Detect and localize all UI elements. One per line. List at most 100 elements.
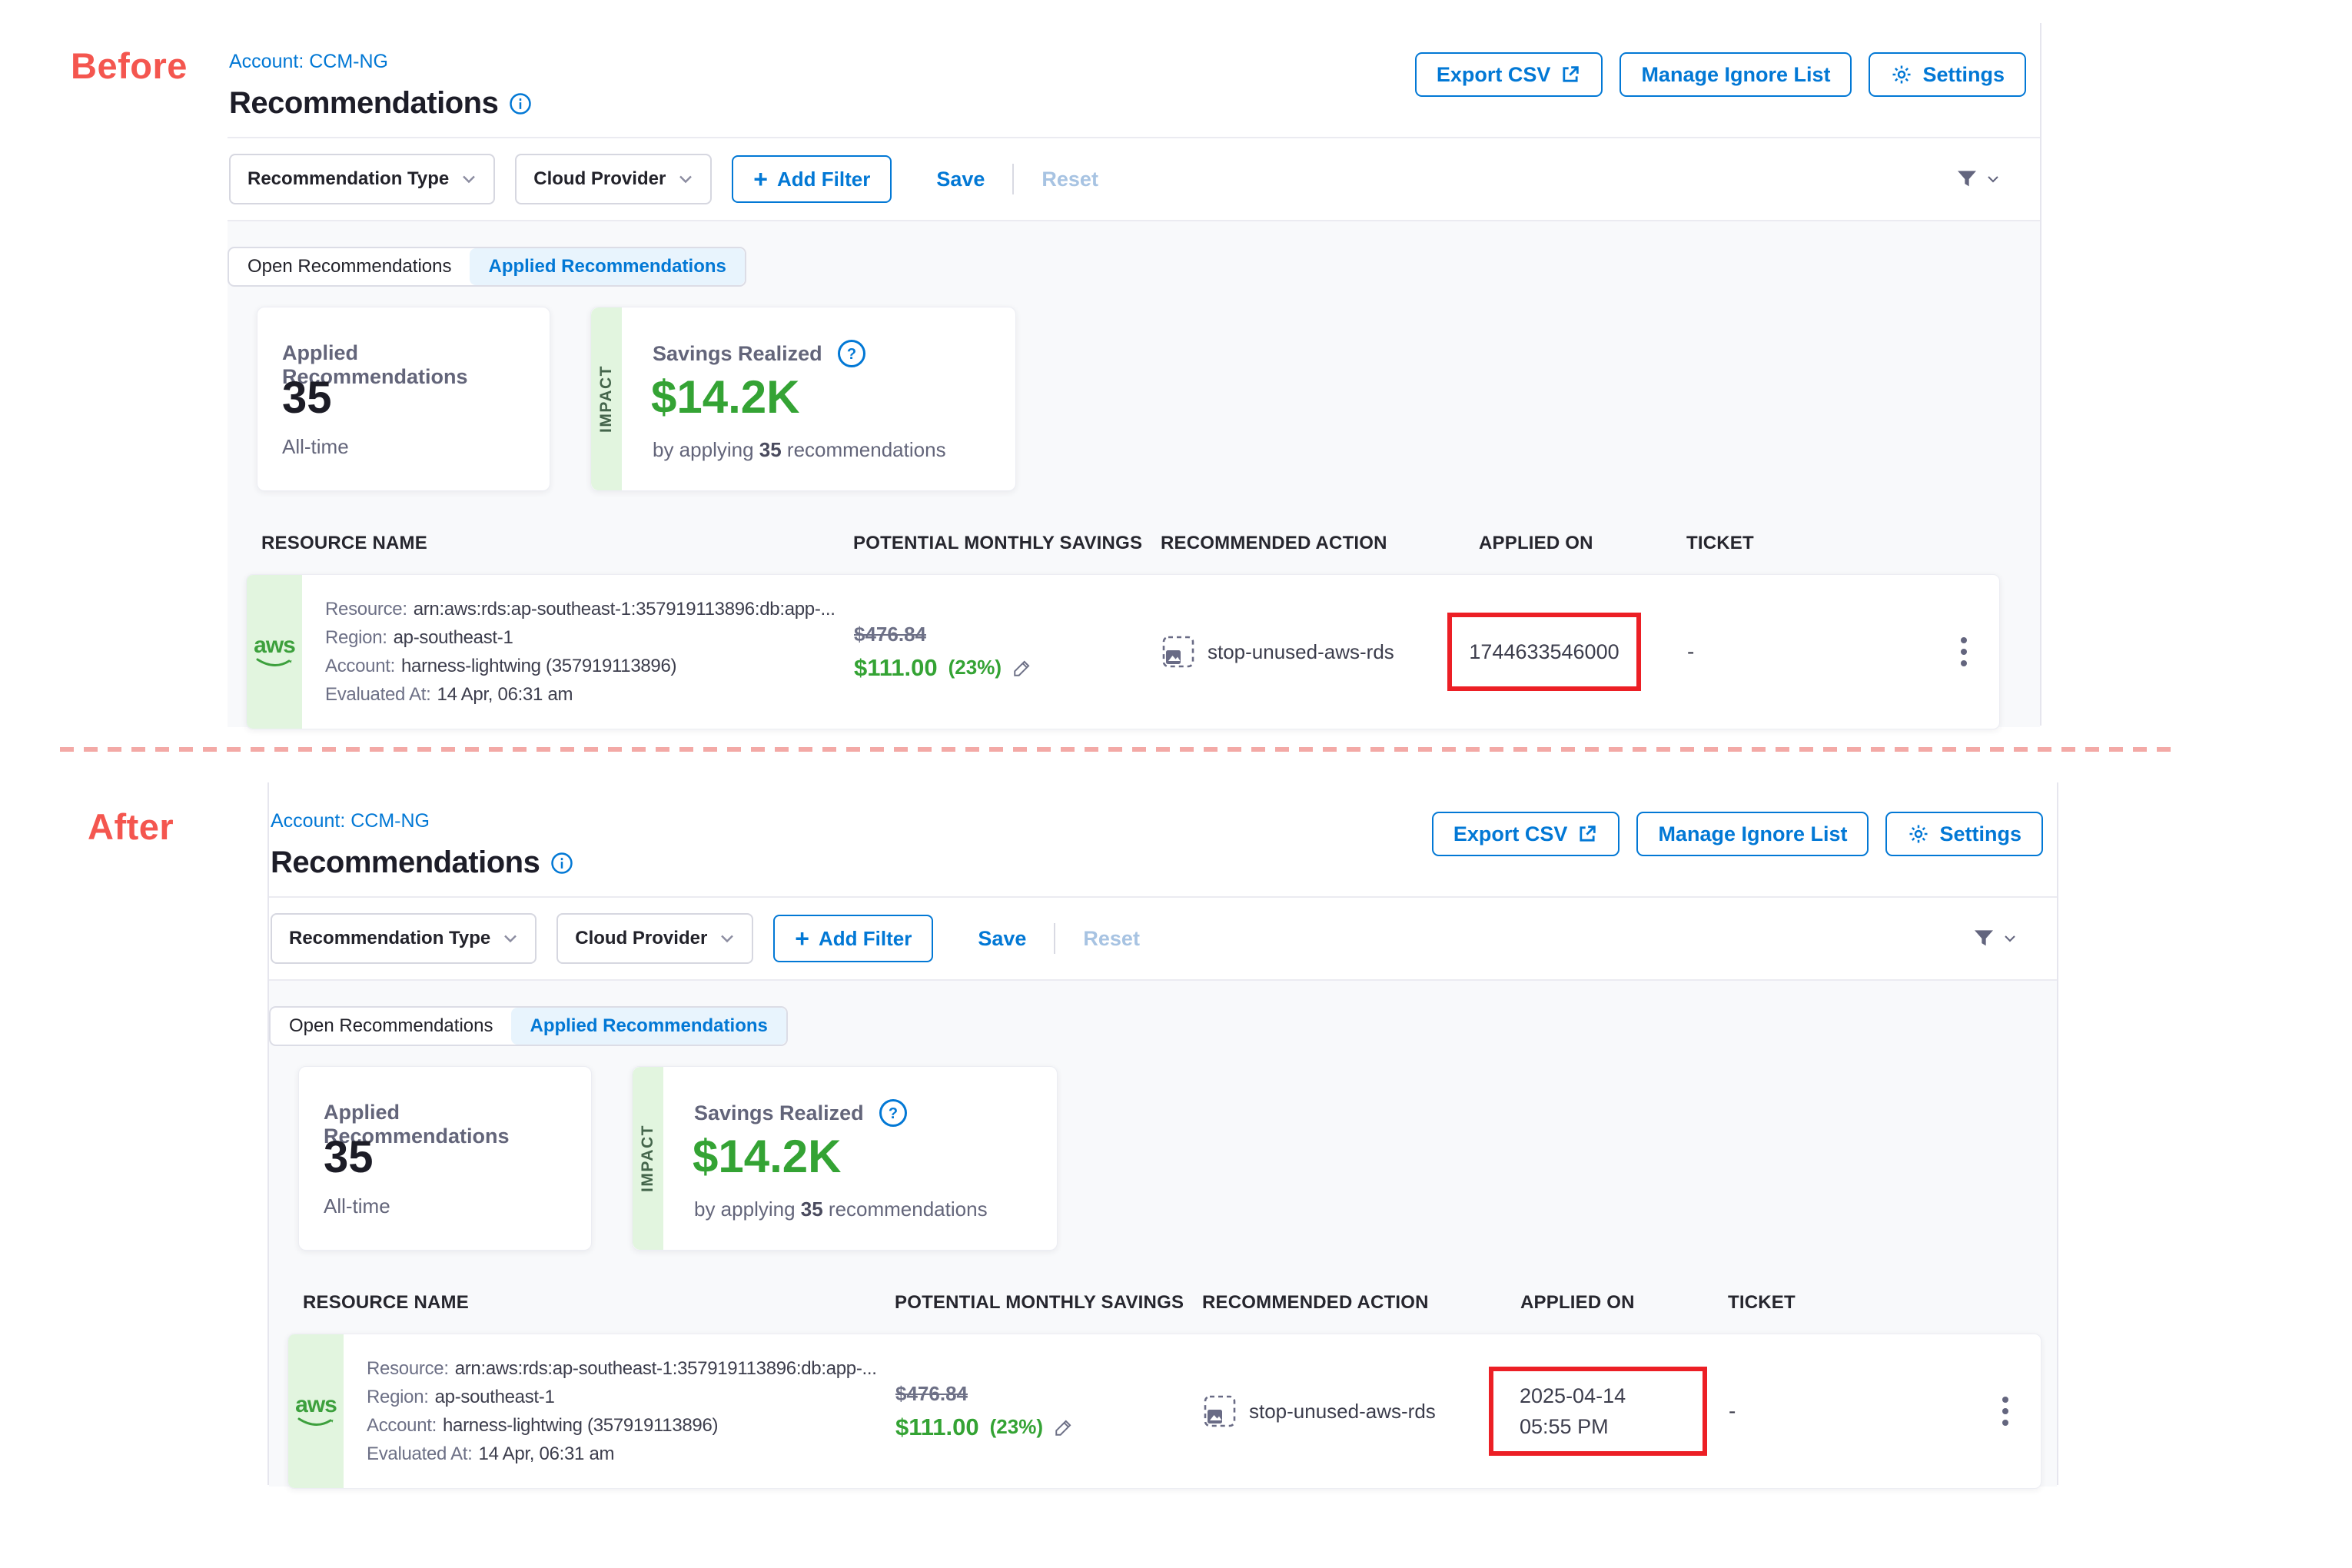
page-header: Account: CCM-NG Recommendations Export C… [269, 782, 2057, 898]
export-csv-button[interactable]: Export CSV [1432, 812, 1620, 856]
savings-value: $111.00 [854, 654, 938, 682]
savings-card-label: Savings Realized [694, 1101, 864, 1125]
page-header: Account: CCM-NG Recommendations Export C… [228, 23, 2040, 138]
recommended-action-cell: stop-unused-aws-rds [1203, 1334, 1489, 1488]
applied-recommendations-card: Applied Recommendations 35 All-time [298, 1066, 592, 1251]
header-resource-name: RESOURCE NAME [246, 533, 853, 554]
reset-filter-link[interactable]: Reset [1041, 168, 1098, 191]
tab-open-recommendations[interactable]: Open Recommendations [271, 1008, 511, 1045]
before-screenshot: Account: CCM-NG Recommendations Export C… [228, 23, 2041, 726]
savings-realized-card: IMPACT Savings Realized ? $14.2K by appl… [590, 307, 1016, 491]
external-link-icon [1560, 64, 1581, 85]
filter-funnel-icon [1971, 926, 1997, 951]
save-filter-link[interactable]: Save [936, 168, 985, 191]
chevron-down-icon [461, 174, 477, 184]
info-icon[interactable] [509, 92, 532, 115]
manage-ignore-list-button[interactable]: Manage Ignore List [1636, 812, 1869, 856]
cloud-provider-dropdown[interactable]: Cloud Provider [515, 154, 712, 204]
header-ticket: TICKET [1728, 1292, 1989, 1314]
tab-open-recommendations[interactable]: Open Recommendations [229, 248, 470, 285]
header-potential-savings: POTENTIAL MONTHLY SAVINGS [853, 533, 1161, 554]
account-breadcrumb[interactable]: Account: CCM-NG [229, 51, 388, 73]
pencil-icon[interactable] [1054, 1417, 1074, 1437]
header-applied-on: APPLIED ON [1488, 1292, 1728, 1314]
manage-ignore-label: Manage Ignore List [1641, 63, 1830, 87]
row-kebab-menu-icon[interactable] [1995, 1389, 2016, 1433]
question-icon[interactable]: ? [836, 338, 867, 369]
impact-label: IMPACT [597, 365, 616, 433]
aws-logo-icon: aws [295, 1394, 337, 1417]
cloud-provider-badge: aws [247, 575, 302, 729]
savings-value: $111.00 [895, 1414, 979, 1441]
header-recommended-action: RECOMMENDED ACTION [1161, 533, 1447, 554]
chevron-down-icon [503, 933, 518, 944]
cloud-provider-label: Cloud Provider [575, 928, 707, 949]
impact-strip: IMPACT [591, 307, 622, 490]
ticket-value: - [1729, 1399, 1736, 1423]
header-recommended-action: RECOMMENDED ACTION [1202, 1292, 1488, 1314]
pencil-icon[interactable] [1012, 658, 1032, 678]
impact-label: IMPACT [639, 1125, 657, 1192]
applied-count: 35 [324, 1131, 374, 1183]
applied-recommendations-card: Applied Recommendations 35 All-time [257, 307, 550, 491]
resource-details: Resource:arn:aws:rds:ap-southeast-1:3579… [325, 575, 835, 729]
row-kebab-menu-icon[interactable] [1953, 630, 1975, 674]
before-after-divider [60, 747, 2177, 752]
recommendation-type-dropdown[interactable]: Recommendation Type [229, 154, 495, 204]
aws-smile-icon [254, 657, 294, 669]
applied-on-time: 05:55 PM [1520, 1413, 1703, 1440]
manage-ignore-list-button[interactable]: Manage Ignore List [1619, 52, 1852, 97]
plus-icon: + [753, 167, 768, 191]
info-icon[interactable] [550, 852, 573, 875]
cloud-provider-dropdown[interactable]: Cloud Provider [556, 913, 753, 964]
savings-amount: $14.2K [651, 370, 799, 424]
table-header: RESOURCE NAME POTENTIAL MONTHLY SAVINGS … [246, 533, 1998, 554]
recommendation-action-icon [1203, 1394, 1237, 1428]
reset-filter-link[interactable]: Reset [1083, 927, 1140, 951]
svg-text:?: ? [888, 1105, 897, 1122]
recommended-action-label: stop-unused-aws-rds [1208, 640, 1394, 664]
settings-button[interactable]: Settings [1869, 52, 2026, 97]
plus-icon: + [795, 926, 809, 951]
applied-on-date: 2025-04-14 [1520, 1382, 1703, 1410]
tab-applied-recommendations[interactable]: Applied Recommendations [470, 248, 744, 285]
header-potential-savings: POTENTIAL MONTHLY SAVINGS [895, 1292, 1202, 1314]
recommendations-content: Open Recommendations Applied Recommendat… [269, 981, 2057, 1487]
recommendation-type-label: Recommendation Type [247, 168, 449, 190]
applied-on-highlight-box: 1744633546000 2025-04-14 05:55 PM [1489, 1367, 1707, 1456]
recommendation-row[interactable]: aws Resource:arn:aws:rds:ap-southeast-1:… [287, 1334, 2041, 1489]
ticket-value: - [1687, 639, 1694, 664]
tab-applied-recommendations[interactable]: Applied Recommendations [511, 1008, 786, 1045]
account-breadcrumb[interactable]: Account: CCM-NG [271, 810, 430, 832]
after-label: After [88, 806, 174, 848]
recommendations-content: Open Recommendations Applied Recommendat… [228, 221, 2040, 727]
recommendations-tabs: Open Recommendations Applied Recommendat… [228, 247, 746, 287]
applied-on-cell: 1744633546000 2025-04-14 05:55 PM [1447, 575, 1687, 729]
recommendation-row[interactable]: aws Resource:arn:aws:rds:ap-southeast-1:… [246, 574, 2000, 729]
original-cost: $476.84 [895, 1382, 968, 1406]
svg-text:?: ? [846, 346, 855, 363]
savings-percent: (23%) [990, 1415, 1043, 1439]
page-title: Recommendations [271, 845, 540, 880]
divider [1054, 923, 1055, 954]
filter-funnel-button[interactable] [1971, 926, 2017, 951]
recommendations-tabs: Open Recommendations Applied Recommendat… [269, 1006, 788, 1046]
settings-button[interactable]: Settings [1885, 812, 2043, 856]
recommendation-type-dropdown[interactable]: Recommendation Type [271, 913, 537, 964]
add-filter-button[interactable]: + Add Filter [773, 915, 933, 962]
export-csv-button[interactable]: Export CSV [1415, 52, 1603, 97]
save-filter-link[interactable]: Save [978, 927, 1026, 951]
settings-label: Settings [1939, 822, 2021, 846]
aws-smile-icon [296, 1417, 336, 1429]
applied-caption: All-time [324, 1194, 390, 1218]
potential-savings-cell: $476.84 $111.00 (23%) [895, 1334, 1203, 1488]
cloud-provider-badge: aws [288, 1334, 344, 1488]
question-icon[interactable]: ? [878, 1098, 909, 1128]
filter-funnel-button[interactable] [1954, 167, 2000, 191]
page-title: Recommendations [229, 86, 498, 121]
potential-savings-cell: $476.84 $111.00 (23%) [854, 575, 1161, 729]
savings-card-label: Savings Realized [653, 342, 822, 366]
savings-percent: (23%) [948, 656, 1002, 679]
header-ticket: TICKET [1686, 533, 1948, 554]
add-filter-button[interactable]: + Add Filter [732, 155, 892, 203]
